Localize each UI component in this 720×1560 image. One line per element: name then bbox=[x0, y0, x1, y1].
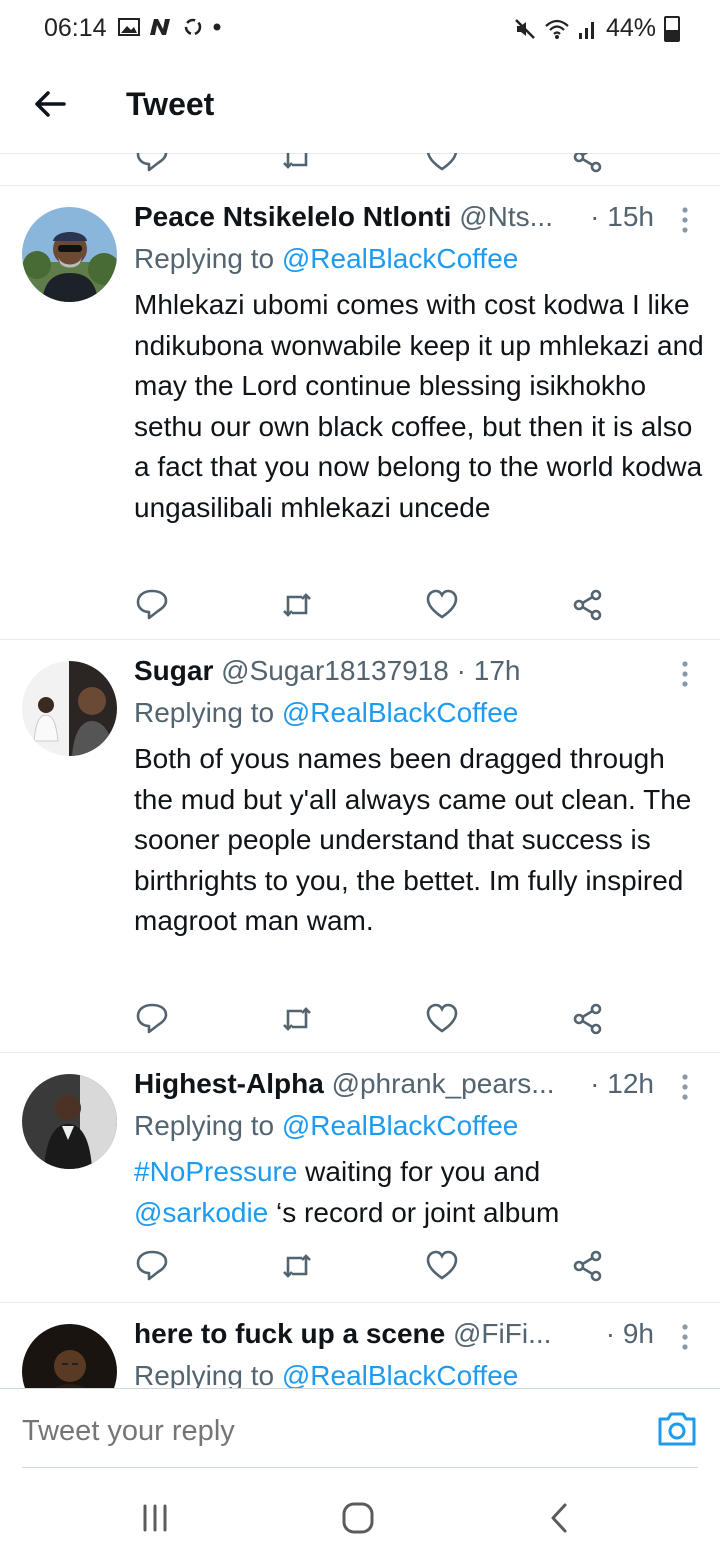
author-handle[interactable]: @phrank_pears... bbox=[332, 1068, 555, 1099]
tweet-item[interactable]: here to fuck up a scene @FiFi... · 9h Re… bbox=[0, 1302, 720, 1388]
replying-to-label: Replying to bbox=[134, 243, 275, 274]
battery-icon bbox=[664, 15, 680, 42]
like-icon[interactable] bbox=[424, 587, 460, 623]
tweet-time: · 12h bbox=[590, 1068, 654, 1099]
n-icon bbox=[150, 19, 170, 35]
tweet-text: #NoPressure waiting for you and @sarkodi… bbox=[134, 1152, 704, 1233]
retweet-icon[interactable] bbox=[280, 1001, 316, 1037]
tweet-time: · 17h bbox=[456, 655, 521, 686]
previous-tweet-actions bbox=[0, 153, 720, 186]
share-icon[interactable] bbox=[570, 153, 606, 175]
battery-level: 44% bbox=[605, 14, 656, 42]
tweet-text: Mhlekazi ubomi comes with cost kodwa I l… bbox=[134, 289, 704, 523]
gallery-icon bbox=[118, 18, 140, 36]
replying-to-label: Replying to bbox=[134, 697, 275, 728]
author-handle[interactable]: @FiFi... bbox=[453, 1318, 551, 1349]
tweet-actions bbox=[134, 587, 614, 627]
tweet-time: · 15h bbox=[590, 201, 654, 232]
avatar[interactable] bbox=[22, 661, 117, 756]
reply-icon[interactable] bbox=[134, 153, 170, 175]
more-options-icon[interactable] bbox=[680, 205, 690, 235]
replying-to-label: Replying to bbox=[134, 1110, 275, 1141]
author-name[interactable]: here to fuck up a scene bbox=[134, 1318, 445, 1349]
more-options-icon[interactable] bbox=[680, 1072, 690, 1102]
avatar[interactable] bbox=[22, 1074, 117, 1169]
app-header: Tweet bbox=[0, 58, 720, 154]
status-time: 06:14 bbox=[44, 14, 107, 42]
tweet-header: Highest-Alpha @phrank_pears... bbox=[134, 1068, 654, 1100]
tweet-time: · 9h bbox=[605, 1318, 654, 1349]
tweet-actions bbox=[134, 1001, 614, 1041]
mute-icon bbox=[515, 18, 535, 39]
author-name[interactable]: Peace Ntsikelelo Ntlonti bbox=[134, 201, 451, 232]
share-icon[interactable] bbox=[570, 1248, 606, 1284]
replying-to: Replying to @RealBlackCoffee bbox=[134, 1110, 518, 1142]
page-title: Tweet bbox=[126, 86, 215, 122]
mention-link[interactable]: @sarkodie bbox=[134, 1197, 268, 1228]
share-icon[interactable] bbox=[570, 587, 606, 623]
recent-apps-icon[interactable] bbox=[135, 1498, 175, 1538]
replying-to-handle[interactable]: @RealBlackCoffee bbox=[282, 243, 518, 274]
more-options-icon[interactable] bbox=[680, 659, 690, 689]
reply-icon[interactable] bbox=[134, 587, 170, 623]
share-icon[interactable] bbox=[570, 1001, 606, 1037]
author-handle[interactable]: @Nts... bbox=[459, 201, 553, 232]
replying-to: Replying to @RealBlackCoffee bbox=[134, 243, 518, 275]
reply-input[interactable] bbox=[22, 1415, 582, 1448]
hashtag-link[interactable]: #NoPressure bbox=[134, 1156, 297, 1187]
tweet-text-segment: ‘s record or joint album bbox=[268, 1196, 560, 1228]
like-icon[interactable] bbox=[424, 1001, 460, 1037]
tweet-item[interactable]: Peace Ntsikelelo Ntlonti @Nts... · 15h R… bbox=[0, 185, 720, 640]
replying-to-handle[interactable]: @RealBlackCoffee bbox=[282, 697, 518, 728]
tweet-item[interactable]: Sugar @Sugar18137918 · 17h Replying to @… bbox=[0, 639, 720, 1053]
status-bar: 06:14 44% bbox=[0, 0, 720, 58]
like-icon[interactable] bbox=[424, 153, 460, 175]
avatar[interactable] bbox=[22, 207, 117, 302]
retweet-icon[interactable] bbox=[280, 587, 316, 623]
sync-icon bbox=[184, 18, 202, 36]
tweet-header: here to fuck up a scene @FiFi... bbox=[134, 1318, 654, 1350]
replying-to-handle[interactable]: @RealBlackCoffee bbox=[282, 1360, 518, 1388]
signal-icon bbox=[578, 21, 594, 39]
tweet-header: Peace Ntsikelelo Ntlonti @Nts... bbox=[134, 201, 654, 233]
replying-to-label: Replying to bbox=[134, 1360, 275, 1388]
author-handle[interactable]: @Sugar18137918 bbox=[221, 655, 449, 686]
reply-icon[interactable] bbox=[134, 1248, 170, 1284]
reply-icon[interactable] bbox=[134, 1001, 170, 1037]
avatar[interactable] bbox=[22, 1324, 117, 1388]
home-icon[interactable] bbox=[338, 1498, 378, 1538]
replying-to-handle[interactable]: @RealBlackCoffee bbox=[282, 1110, 518, 1141]
retweet-icon[interactable] bbox=[280, 153, 316, 175]
author-name[interactable]: Highest-Alpha bbox=[134, 1068, 324, 1099]
tweet-item[interactable]: Highest-Alpha @phrank_pears... · 12h Rep… bbox=[0, 1052, 720, 1303]
back-arrow-icon[interactable] bbox=[30, 84, 70, 124]
retweet-icon[interactable] bbox=[280, 1248, 316, 1284]
back-icon[interactable] bbox=[540, 1498, 580, 1538]
tweet-header: Sugar @Sugar18137918 · 17h bbox=[134, 655, 520, 687]
system-nav-bar bbox=[0, 1468, 720, 1560]
tweet-text-segment: waiting for you and bbox=[297, 1156, 541, 1187]
like-icon[interactable] bbox=[424, 1248, 460, 1284]
reply-composer bbox=[0, 1388, 720, 1469]
replying-to: Replying to @RealBlackCoffee bbox=[134, 1360, 518, 1388]
more-options-icon[interactable] bbox=[680, 1322, 690, 1352]
camera-icon[interactable] bbox=[656, 1409, 698, 1449]
status-left-icons bbox=[118, 16, 222, 38]
replying-to: Replying to @RealBlackCoffee bbox=[134, 697, 518, 729]
tweet-text: Both of yous names been dragged through … bbox=[134, 743, 692, 936]
status-right: 44% bbox=[514, 14, 680, 43]
dot-icon bbox=[213, 23, 221, 31]
wifi-icon bbox=[545, 19, 569, 39]
tweet-thread[interactable]: Peace Ntsikelelo Ntlonti @Nts... · 15h R… bbox=[0, 153, 720, 1388]
author-name[interactable]: Sugar bbox=[134, 655, 213, 686]
tweet-actions bbox=[134, 1248, 614, 1288]
